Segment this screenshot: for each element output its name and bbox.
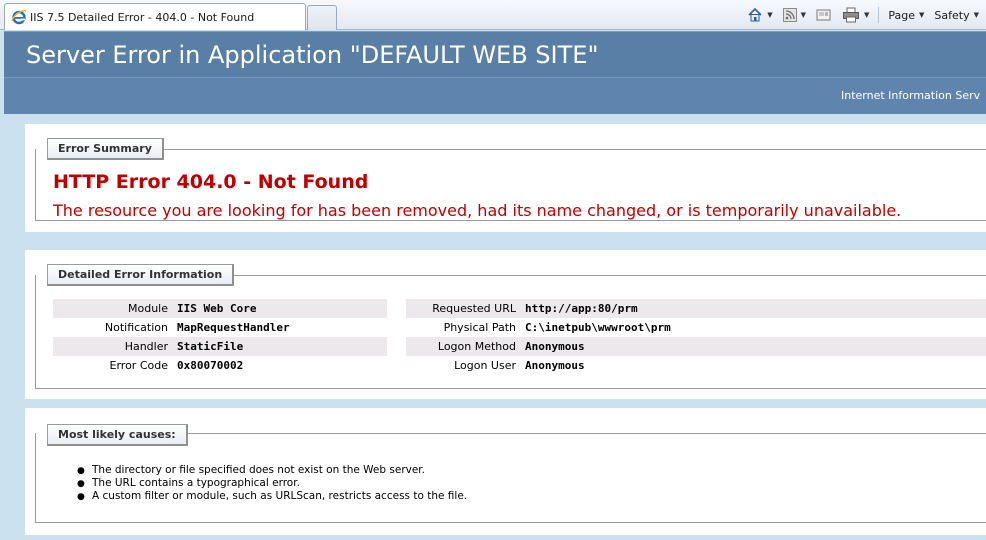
info-label: Requested URL [432, 302, 516, 315]
home-icon [748, 7, 762, 22]
rss-feed-icon [782, 8, 797, 22]
page-menu[interactable]: Page ▼ [885, 6, 927, 24]
info-value: StaticFile [177, 340, 244, 353]
cause-text: A custom filter or module, such as URLSc… [92, 490, 468, 502]
bullet-icon: ● [77, 492, 85, 502]
fieldset-top-line [47, 149, 986, 150]
info-label: Error Code [109, 359, 168, 372]
info-value: 0x80070002 [177, 359, 244, 372]
info-label: Logon Method [437, 340, 516, 353]
chevron-down-icon[interactable]: ▼ [801, 11, 806, 19]
chevron-down-icon: ▼ [919, 11, 925, 19]
info-row: Logon Method Anonymous [406, 337, 986, 356]
info-value: C:\inetpub\wwwroot\prm [525, 321, 671, 334]
tab-title: IIS 7.5 Detailed Error - 404.0 - Not Fou… [30, 10, 255, 24]
detailed-info-legend: Detailed Error Information [47, 264, 235, 286]
info-value: IIS Web Core [177, 302, 257, 315]
browser-tab-active[interactable]: IIS 7.5 Detailed Error - 404.0 - Not Fou… [4, 3, 306, 30]
info-value: Anonymous [525, 359, 585, 372]
chevron-down-icon[interactable]: ▼ [767, 11, 772, 19]
error-summary-panel: Error Summary HTTP Error 404.0 - Not Fou… [25, 124, 986, 232]
ie-logo-icon [11, 10, 27, 25]
page-title: Server Error in Application "DEFAULT WEB… [26, 41, 599, 69]
causes-legend: Most likely causes: [47, 424, 188, 446]
cause-text: The URL contains a typographical error. [92, 477, 300, 489]
chevron-down-icon: ▼ [973, 11, 979, 19]
info-value: Anonymous [525, 340, 585, 353]
info-value: MapRequestHandler [177, 321, 290, 334]
page-subheader: Internet Information Serv [4, 77, 986, 114]
list-item: ● The directory or file specified does no… [77, 464, 467, 477]
print-button[interactable]: ▼ [839, 6, 872, 24]
browser-toolbar: IIS 7.5 Detailed Error - 404.0 - Not Fou… [0, 0, 986, 30]
info-label: Physical Path [443, 321, 516, 334]
causes-panel: Most likely causes: ● The directory or fi… [25, 408, 986, 535]
list-item: ● A custom filter or module, such as URLS… [77, 490, 467, 503]
causes-list: ● The directory or file specified does no… [77, 464, 467, 503]
new-tab-button[interactable] [307, 5, 337, 30]
info-row: Error Code 0x80070002 [53, 356, 387, 375]
info-row: Logon User Anonymous [406, 356, 986, 375]
fieldset-top-line [47, 433, 986, 434]
command-bar: ▼ ▼ ▼ Page ▼ Safety ▼ [744, 5, 982, 25]
info-label: Handler [124, 340, 168, 353]
info-row: Handler StaticFile [53, 337, 387, 356]
home-button[interactable]: ▼ [744, 6, 775, 24]
page-menu-label: Page [888, 8, 916, 22]
info-row: Notification MapRequestHandler [53, 318, 387, 337]
read-mail-button[interactable] [813, 6, 835, 24]
info-row: Module IIS Web Core [53, 299, 387, 318]
detailed-error-panel: Detailed Error Information Module IIS We… [25, 250, 986, 399]
error-message: The resource you are looking for has bee… [53, 201, 902, 220]
info-row: Requested URL http://app:80/prm [406, 299, 986, 318]
error-summary-legend: Error Summary [47, 138, 164, 160]
info-value: http://app:80/prm [525, 302, 638, 315]
list-item: ● The URL contains a typographical error. [77, 477, 467, 490]
page-header: Server Error in Application "DEFAULT WEB… [4, 31, 986, 77]
toolbar-separator [878, 7, 880, 23]
error-title: HTTP Error 404.0 - Not Found [53, 171, 369, 193]
chevron-down-icon[interactable]: ▼ [864, 11, 869, 19]
feeds-button[interactable]: ▼ [780, 6, 809, 24]
info-label: Logon User [454, 359, 516, 372]
server-name: Internet Information Serv [841, 89, 981, 102]
read-mail-icon [816, 9, 831, 21]
print-icon [843, 7, 859, 23]
safety-menu-label: Safety [934, 8, 970, 22]
info-label: Module [128, 302, 168, 315]
info-row: Physical Path C:\inetpub\wwwroot\prm [406, 318, 986, 337]
cause-text: The directory or file specified does not… [92, 464, 425, 476]
safety-menu[interactable]: Safety ▼ [931, 6, 982, 24]
info-label: Notification [104, 321, 168, 334]
